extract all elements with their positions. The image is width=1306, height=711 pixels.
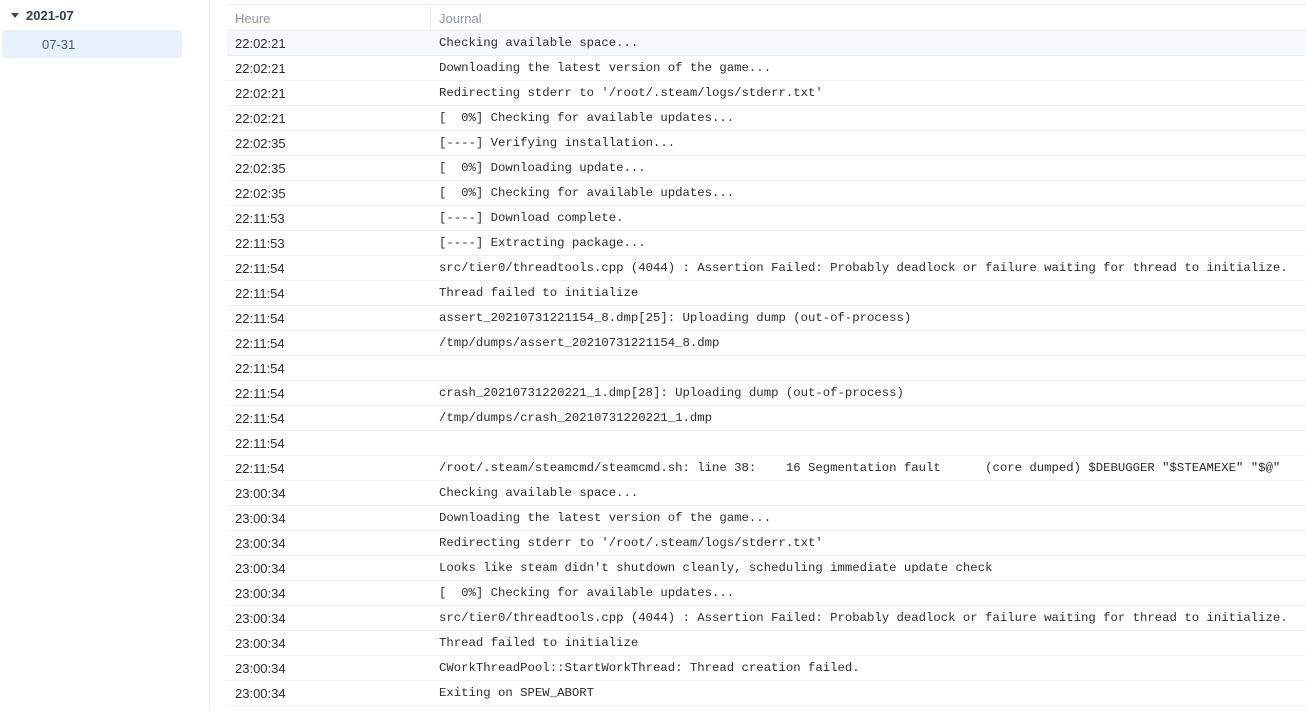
column-resize-handle[interactable] (430, 5, 431, 31)
row-time: 22:02:21 (235, 36, 286, 51)
row-time: 22:11:54 (235, 261, 285, 276)
row-time: 22:11:54 (235, 461, 285, 476)
row-message: assert_20210731221154_8.dmp[25]: Uploadi… (439, 311, 912, 325)
table-row[interactable]: 23:00:34 CWorkThreadPool::StartWorkThread… (227, 656, 1306, 681)
table-row[interactable]: 22:11:54/root/.steam/steamcmd/steamcmd.s… (227, 456, 1306, 481)
row-time: 22:11:54 (235, 411, 285, 426)
table-row[interactable]: 23:00:34 src/tier0/threadtools.cpp (4044)… (227, 606, 1306, 631)
table-row[interactable]: 22:02:21 Checking available space... (227, 31, 1306, 56)
row-message: [ 0%] Checking for available updates... (439, 586, 735, 600)
caret-down-icon[interactable] (11, 13, 19, 18)
table-row[interactable]: 22:11:54 assert_20210731221154_8.dmp[25]:… (227, 306, 1306, 331)
table-row[interactable]: 23:00:34 [ 0%] Checking for available upd… (227, 581, 1306, 606)
table-row[interactable]: 23:00:34 Redirecting stderr to '/root/.st… (227, 531, 1306, 556)
row-message: /tmp/dumps/assert_20210731221154_8.dmp (439, 336, 720, 350)
row-message: /root/.steam/steamcmd/steamcmd.sh: line … (439, 461, 1281, 475)
row-message: [----] Extracting package... (439, 236, 646, 250)
row-time: 22:02:21 (235, 61, 286, 76)
row-time: 23:00:34 (235, 486, 286, 501)
row-message: [----] Verifying installation... (439, 136, 676, 150)
table-row[interactable]: 22:11:54 (227, 356, 1306, 381)
row-message: Thread failed to initialize (439, 286, 639, 300)
row-message: Checking available space... (439, 486, 639, 500)
table-row[interactable]: 23:00:34 Exiting on SPEW_ABORT (227, 681, 1306, 706)
row-time: 22:11:54 (235, 436, 285, 451)
row-time: 22:11:54 (235, 386, 285, 401)
row-message: Redirecting stderr to '/root/.steam/logs… (439, 536, 823, 550)
tree-item-07-31[interactable]: 07-31 (2, 30, 182, 58)
table-body: 22:02:21 Checking available space... 22:02… (227, 31, 1306, 706)
row-message: [ 0%] Checking for available updates... (439, 111, 735, 125)
table-row[interactable]: 22:02:21 Downloading the latest version o… (227, 56, 1306, 81)
row-message: [ 0%] Downloading update... (439, 161, 646, 175)
row-time: 22:11:54 (235, 336, 285, 351)
row-time: 22:02:21 (235, 111, 286, 126)
table-row[interactable]: 22:11:54 (227, 431, 1306, 456)
table-row[interactable]: 22:02:21 Redirecting stderr to '/root/.st… (227, 81, 1306, 106)
tree-group-label: 2021-07 (26, 8, 74, 23)
table-row[interactable]: 23:00:34 Downloading the latest version o… (227, 506, 1306, 531)
table-header: Heure Journal (227, 4, 1306, 31)
row-time: 23:00:34 (235, 561, 286, 576)
row-message: CWorkThreadPool::StartWorkThread: Thread… (439, 661, 860, 675)
row-message: src/tier0/threadtools.cpp (4044) : Asser… (439, 611, 1288, 625)
table-row[interactable]: 22:02:21 [ 0%] Checking for available upd… (227, 106, 1306, 131)
row-time: 22:02:35 (235, 161, 286, 176)
tree-item-label: 07-31 (42, 37, 76, 52)
log-table: Heure Journal 22:02:21 Checking available… (227, 0, 1306, 711)
table-row[interactable]: 22:11:54/tmp/dumps/crash_20210731220221_… (227, 406, 1306, 431)
sidebar: 2021-07 07-31 (0, 0, 210, 711)
row-time: 23:00:34 (235, 536, 286, 551)
table-row[interactable]: 22:11:54 crash_20210731220221_1.dmp[28]: … (227, 381, 1306, 406)
row-message: Exiting on SPEW_ABORT (439, 686, 594, 700)
table-row[interactable]: 23:00:34 Looks like steam didn't shutdown… (227, 556, 1306, 581)
table-row[interactable]: 23:00:34 Thread failed to initialize (227, 631, 1306, 656)
row-message: Thread failed to initialize (439, 636, 639, 650)
table-row[interactable]: 22:11:53 [----] Extracting package... (227, 231, 1306, 256)
table-row[interactable]: 22:11:54 src/tier0/threadtools.cpp (4044)… (227, 256, 1306, 281)
row-message: crash_20210731220221_1.dmp[28]: Uploadin… (439, 386, 904, 400)
table-row[interactable]: 22:02:35 [ 0%] Checking for available upd… (227, 181, 1306, 206)
table-row[interactable]: 23:00:34 Checking available space... (227, 481, 1306, 506)
table-row[interactable]: 22:11:54 Thread failed to initialize (227, 281, 1306, 306)
row-message: Checking available space... (439, 36, 639, 50)
row-message: [ 0%] Checking for available updates... (439, 186, 735, 200)
row-time: 22:11:54 (235, 286, 285, 301)
row-time: 22:02:35 (235, 136, 286, 151)
row-time: 23:00:34 (235, 636, 286, 651)
column-header-time[interactable]: Heure (235, 11, 270, 26)
row-time: 22:11:54 (235, 361, 285, 376)
table-row[interactable]: 22:11:53 [----] Download complete. (227, 206, 1306, 231)
row-time: 22:02:35 (235, 186, 286, 201)
row-message: /tmp/dumps/crash_20210731220221_1.dmp (439, 411, 713, 425)
table-row[interactable]: 22:02:35 [----] Verifying installation... (227, 131, 1306, 156)
row-message: Downloading the latest version of the ga… (439, 511, 772, 525)
row-time: 23:00:34 (235, 611, 286, 626)
row-time: 23:00:34 (235, 586, 286, 601)
row-time: 23:00:34 (235, 686, 286, 701)
row-message: Looks like steam didn't shutdown cleanly… (439, 561, 993, 575)
tree-group-2021-07[interactable]: 2021-07 (0, 4, 208, 28)
table-row[interactable]: 22:11:54/tmp/dumps/assert_20210731221154… (227, 331, 1306, 356)
row-message: [----] Download complete. (439, 211, 624, 225)
row-message: Downloading the latest version of the ga… (439, 61, 772, 75)
row-time: 22:11:54 (235, 311, 285, 326)
column-header-journal[interactable]: Journal (439, 11, 482, 26)
table-row[interactable]: 22:02:35 [ 0%] Downloading update... (227, 156, 1306, 181)
row-message: Redirecting stderr to '/root/.steam/logs… (439, 86, 823, 100)
row-time: 22:11:53 (235, 211, 285, 226)
row-time: 22:11:53 (235, 236, 285, 251)
row-time: 23:00:34 (235, 511, 286, 526)
row-time: 22:02:21 (235, 86, 286, 101)
row-message: src/tier0/threadtools.cpp (4044) : Asser… (439, 261, 1288, 275)
row-time: 23:00:34 (235, 661, 286, 676)
